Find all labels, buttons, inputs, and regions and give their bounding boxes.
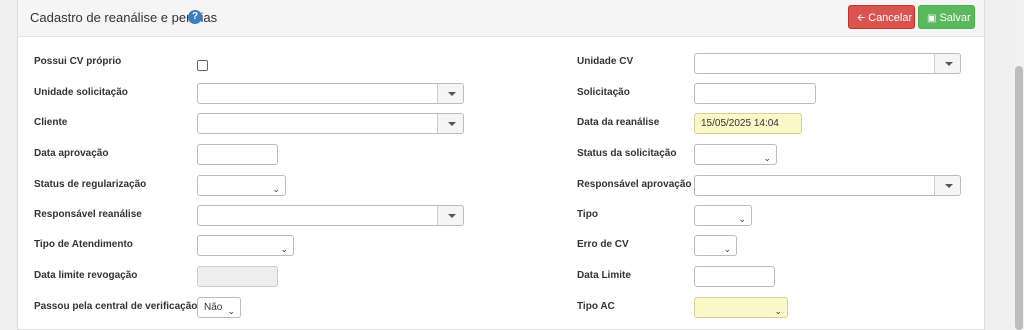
- question-circle-icon[interactable]: ?: [188, 10, 202, 24]
- cancel-label: Cancelar: [868, 12, 913, 24]
- tipo-label: Tipo: [577, 209, 598, 220]
- caret-down-icon[interactable]: [437, 84, 463, 103]
- unidade-cv-label: Unidade CV: [577, 56, 634, 67]
- tipo-ac-label: Tipo AC: [577, 301, 615, 312]
- data-limite-input[interactable]: [694, 266, 775, 287]
- chevron-down-icon: ⌄: [272, 184, 280, 194]
- erro-cv-select[interactable]: ⌄: [694, 235, 737, 256]
- status-regularizacao-label: Status de regularização: [34, 179, 147, 190]
- solicitacao-label: Solicitação: [577, 87, 630, 98]
- save-label: Salvar: [939, 12, 971, 24]
- scrollbar-thumb[interactable]: [1015, 66, 1023, 330]
- chevron-down-icon: ⌄: [227, 306, 235, 316]
- chevron-down-icon: ⌄: [774, 306, 782, 316]
- tipo-atendimento-select[interactable]: ⌄: [197, 235, 294, 256]
- form-panel: Cadastro de reanálise e perícias ? 🡨 Canc…: [17, 0, 985, 330]
- tipo-ac-select[interactable]: ⌄: [694, 297, 788, 318]
- possui-cv-label: Possui CV próprio: [34, 56, 122, 67]
- data-reanalise-value: 15/05/2025 14:04: [701, 118, 779, 129]
- unidade-solicitacao-label: Unidade solicitação: [34, 87, 128, 98]
- tipo-atendimento-label: Tipo de Atendimento: [34, 239, 133, 250]
- caret-down-icon[interactable]: [934, 176, 960, 195]
- cliente-combo[interactable]: [197, 113, 464, 134]
- cancel-button[interactable]: 🡨 Cancelar: [848, 5, 915, 29]
- chevron-down-icon: ⌄: [763, 153, 771, 163]
- status-regularizacao-select[interactable]: ⌄: [197, 175, 286, 196]
- cliente-label: Cliente: [34, 117, 68, 128]
- panel-header: Cadastro de reanálise e perícias ? 🡨 Canc…: [18, 0, 984, 37]
- data-limite-revogacao-label: Data limite revogação: [34, 270, 138, 281]
- responsavel-aprovacao-combo[interactable]: [694, 175, 961, 196]
- floppy-disk-icon: ▣: [927, 13, 937, 24]
- save-button[interactable]: ▣ Salvar: [918, 5, 975, 29]
- chevron-down-icon: ⌄: [280, 244, 288, 254]
- responsavel-aprovacao-label: Responsável aprovação: [577, 179, 692, 190]
- tipo-select[interactable]: ⌄: [694, 205, 752, 226]
- unidade-solicitacao-combo[interactable]: [197, 83, 464, 104]
- caret-down-icon[interactable]: [437, 114, 463, 133]
- solicitacao-input[interactable]: [694, 83, 816, 104]
- responsavel-reanalise-combo[interactable]: [197, 205, 464, 226]
- data-limite-revogacao-input: [197, 266, 278, 287]
- unidade-cv-combo[interactable]: [694, 53, 961, 74]
- data-aprovacao-label: Data aprovação: [34, 148, 109, 159]
- data-reanalise-input[interactable]: 15/05/2025 14:04: [694, 113, 802, 134]
- possui-cv-checkbox[interactable]: [197, 60, 208, 71]
- arrow-left-icon: 🡨: [857, 13, 866, 24]
- passou-central-label: Passou pela central de verificação: [34, 301, 198, 312]
- caret-down-icon[interactable]: [437, 206, 463, 225]
- data-limite-label: Data Limite: [577, 270, 631, 281]
- chevron-down-icon: ⌄: [738, 214, 746, 224]
- caret-down-icon[interactable]: [934, 54, 960, 73]
- status-solicitacao-select[interactable]: ⌄: [694, 144, 777, 165]
- data-reanalise-label: Data da reanálise: [577, 117, 660, 128]
- chevron-down-icon: ⌄: [723, 244, 731, 254]
- passou-central-value: Não: [204, 302, 223, 313]
- erro-cv-label: Erro de CV: [577, 239, 629, 250]
- passou-central-select[interactable]: Não ⌄: [197, 297, 241, 318]
- responsavel-reanalise-label: Responsável reanálise: [34, 209, 142, 220]
- status-solicitacao-label: Status da solicitação: [577, 148, 677, 159]
- data-aprovacao-input[interactable]: [197, 144, 278, 165]
